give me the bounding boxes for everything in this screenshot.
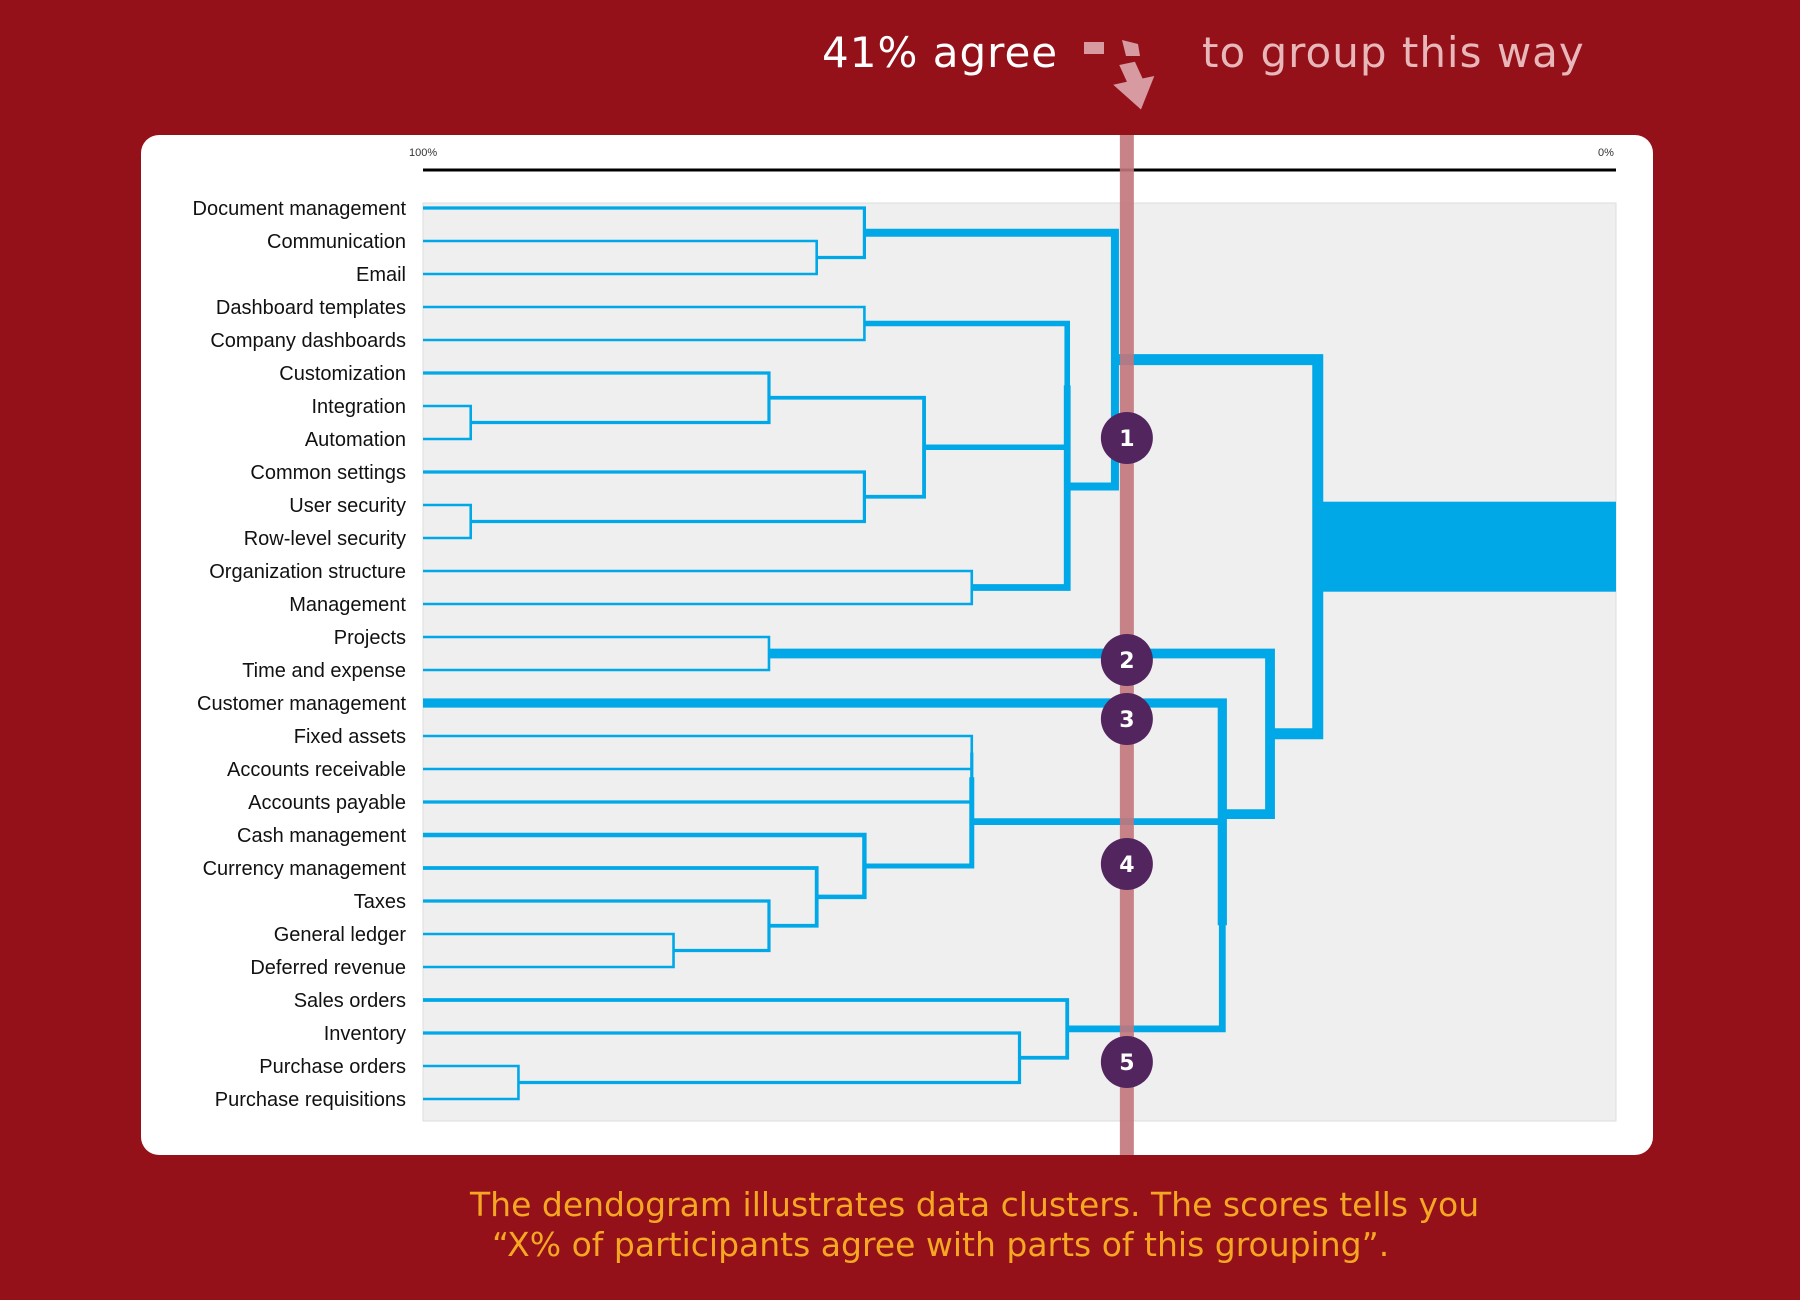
leaf-label: Communication [267,231,406,253]
cluster-badge-label: 4 [1119,853,1134,878]
axis-label-right: 0% [1598,147,1614,159]
leaf-label: Accounts receivable [227,759,406,781]
leaf-label: Automation [305,429,406,451]
headline-rest-text: to group this way [1202,28,1585,77]
leaf-label: Document management [193,198,407,220]
cluster-badge-label: 5 [1119,1051,1134,1076]
leaf-label: General ledger [274,924,407,946]
caption-line-1: The dendogram illustrates data clusters.… [470,1185,1480,1224]
curved-arrow-down-icon [1084,40,1155,110]
leaf-label: Inventory [324,1023,406,1045]
leaf-label: Common settings [250,462,406,484]
leaf-label: Purchase orders [259,1056,406,1078]
headline: 41% agree to group this way [0,0,1800,120]
leaf-label: Sales orders [294,990,406,1012]
leaf-label: Row-level security [244,528,406,550]
agreement-percent-text: 41% agree [822,28,1059,77]
leaf-label: Fixed assets [294,726,406,748]
leaf-label: Deferred revenue [250,957,406,979]
leaf-label: Projects [334,627,406,649]
leaf-label: Accounts payable [248,792,406,814]
root-trunk [1317,501,1616,592]
cluster-badge-label: 3 [1119,708,1134,733]
leaf-label: Purchase requisitions [215,1089,406,1111]
leaf-label: Time and expense [242,660,406,682]
leaf-label: Cash management [237,825,406,847]
leaf-label: Company dashboards [210,330,406,352]
leaf-label: User security [289,495,406,517]
caption: The dendogram illustrates data clusters.… [470,1185,1570,1265]
leaf-label: Management [289,594,406,616]
leaf-label: Taxes [354,891,406,913]
caption-line-2: “X% of participants agree with parts of … [492,1225,1390,1264]
leaf-label: Organization structure [209,561,406,583]
dendrogram-card: 100% 0% Document management Communication Em… [141,135,1653,1155]
leaf-label: Customization [279,363,406,385]
axis-label-left: 100% [409,147,437,159]
leaf-label: Currency management [203,858,407,880]
leaf-label: Integration [311,396,406,418]
cluster-badge-label: 1 [1119,427,1134,452]
leaf-label: Dashboard templates [216,297,406,319]
leaf-label: Email [356,264,406,286]
dendrogram-chart: 100% 0% Document management Communication Em… [193,135,1617,1155]
leaf-label: Customer management [197,693,406,715]
cluster-badge-label: 2 [1119,649,1134,674]
